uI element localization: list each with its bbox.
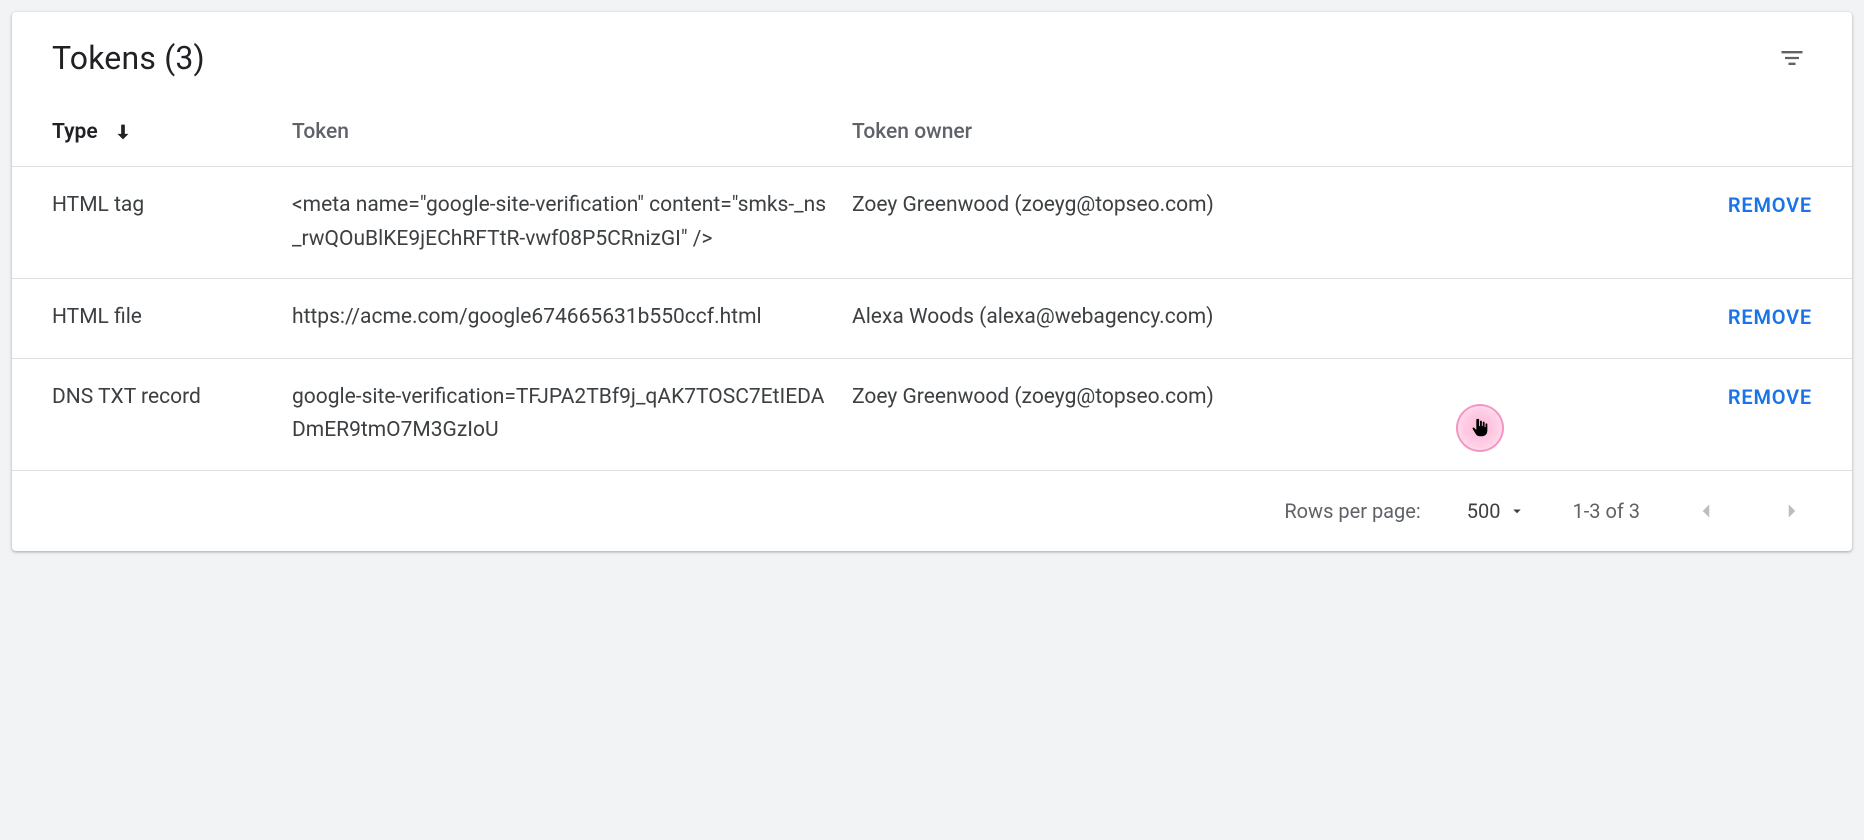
cell-type: HTML file bbox=[12, 279, 292, 359]
pagination-range: 1-3 of 3 bbox=[1572, 499, 1640, 523]
table-row: DNS TXT record google-site-verification=… bbox=[12, 358, 1852, 470]
rows-per-page-value: 500 bbox=[1467, 499, 1501, 523]
table-header-row: Type Token Token owner bbox=[12, 98, 1852, 167]
cell-type: HTML tag bbox=[12, 167, 292, 279]
cell-owner: Zoey Greenwood (zoeyg@topseo.com) bbox=[852, 358, 1352, 470]
chevron-right-icon bbox=[1779, 498, 1805, 524]
column-header-owner[interactable]: Token owner bbox=[852, 98, 1352, 167]
cell-token: google-site-verification=TFJPA2TBf9j_qAK… bbox=[292, 358, 852, 470]
sort-arrow-down-icon bbox=[112, 121, 134, 143]
table-body: HTML tag <meta name="google-site-verific… bbox=[12, 167, 1852, 471]
table-row: HTML file https://acme.com/google6746656… bbox=[12, 279, 1852, 359]
chevron-left-icon bbox=[1693, 498, 1719, 524]
page-title: Tokens (3) bbox=[52, 39, 205, 77]
tokens-table: Type Token Token owner HTML tag <m bbox=[12, 98, 1852, 471]
column-header-type[interactable]: Type bbox=[12, 98, 292, 167]
cell-owner: Zoey Greenwood (zoeyg@topseo.com) bbox=[852, 167, 1352, 279]
dropdown-icon bbox=[1508, 502, 1526, 520]
table-row: HTML tag <meta name="google-site-verific… bbox=[12, 167, 1852, 279]
rows-per-page-label: Rows per page: bbox=[1284, 499, 1420, 523]
cell-owner: Alexa Woods (alexa@webagency.com) bbox=[852, 279, 1352, 359]
cell-type: DNS TXT record bbox=[12, 358, 292, 470]
column-header-action bbox=[1352, 98, 1852, 167]
cell-token: <meta name="google-site-verification" co… bbox=[292, 167, 852, 279]
remove-button[interactable]: REMOVE bbox=[1728, 385, 1812, 409]
column-header-type-label: Type bbox=[52, 120, 98, 144]
next-page-button[interactable] bbox=[1772, 491, 1812, 531]
filter-button[interactable] bbox=[1772, 38, 1812, 78]
prev-page-button[interactable] bbox=[1686, 491, 1726, 531]
remove-button[interactable]: REMOVE bbox=[1728, 305, 1812, 329]
filter-icon bbox=[1778, 44, 1806, 72]
card-header: Tokens (3) bbox=[12, 12, 1852, 98]
table-footer: Rows per page: 500 1-3 of 3 bbox=[12, 471, 1852, 551]
tokens-card: Tokens (3) Type bbox=[12, 12, 1852, 551]
cell-token: https://acme.com/google674665631b550ccf.… bbox=[292, 279, 852, 359]
column-header-token[interactable]: Token bbox=[292, 98, 852, 167]
rows-per-page-select[interactable]: 500 bbox=[1467, 499, 1527, 523]
remove-button[interactable]: REMOVE bbox=[1728, 193, 1812, 217]
